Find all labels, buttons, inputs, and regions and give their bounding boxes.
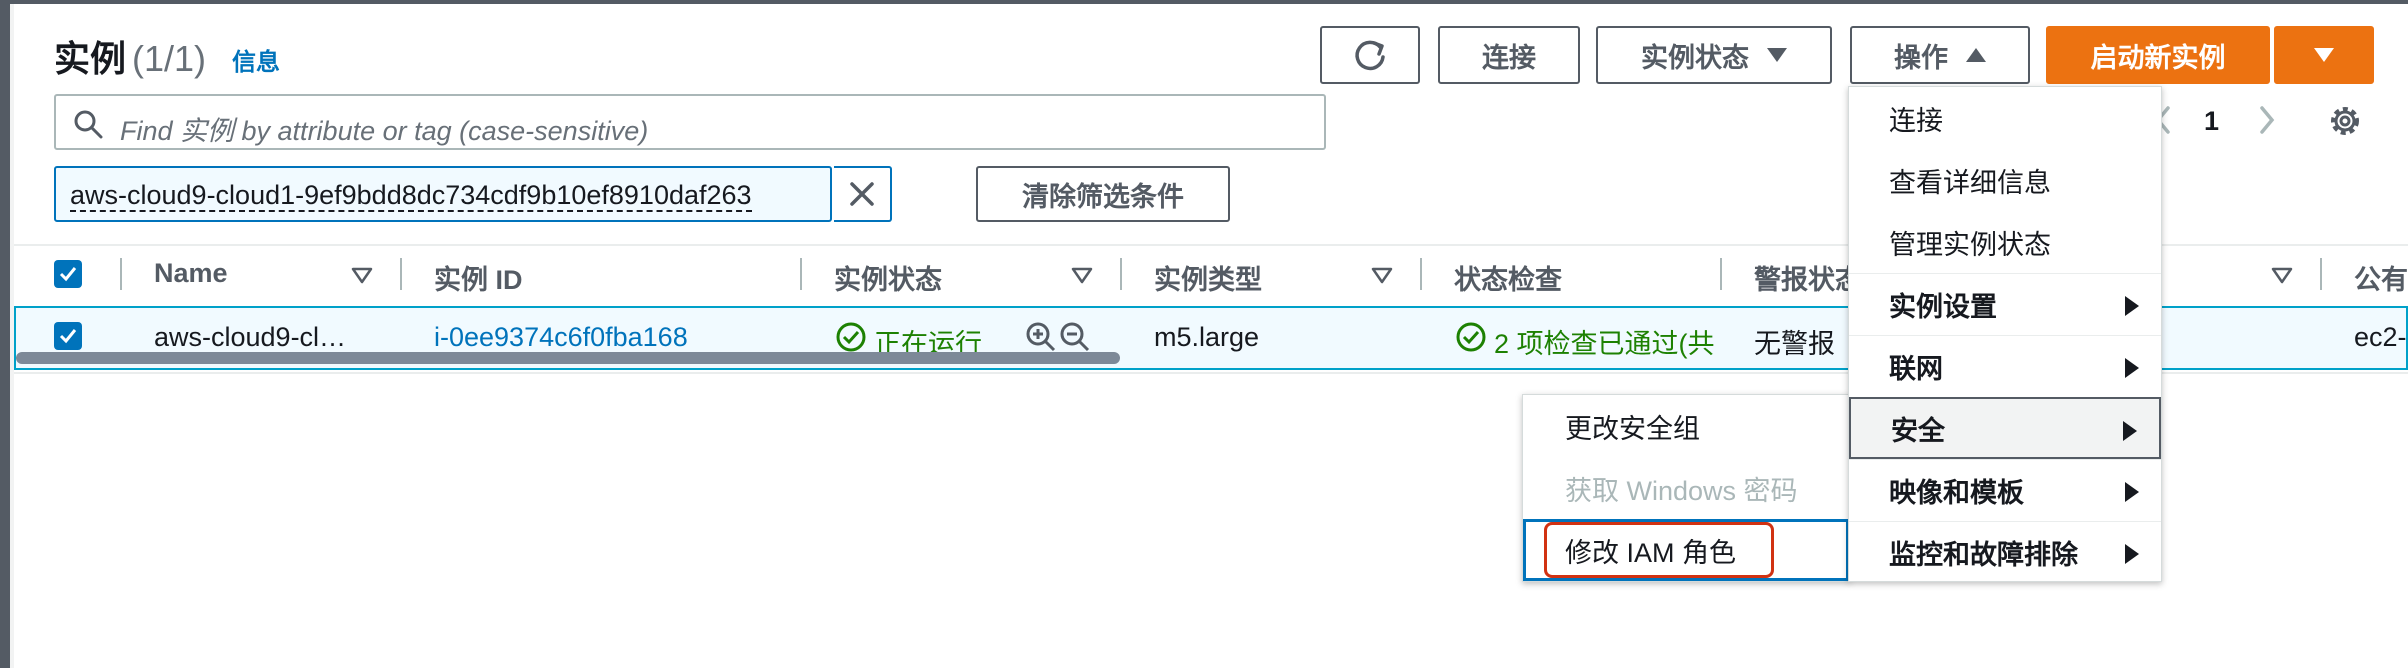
launch-instance-label: 启动新实例 — [2090, 42, 2226, 73]
menu-item-label: 管理实例状态 — [1889, 229, 2051, 260]
column-divider — [1120, 258, 1122, 290]
instance-state-label: 实例状态 — [1641, 42, 1749, 73]
page-title: 实例 (1/1) — [54, 30, 206, 82]
menu-item-connect[interactable]: 连接 — [1849, 87, 2161, 149]
column-header-status-check[interactable]: 状态检查 — [1454, 258, 1562, 298]
instance-state-dropdown[interactable]: 实例状态 — [1596, 26, 1832, 84]
search-placeholder: Find 实例 by attribute or tag (case-sensit… — [120, 116, 649, 146]
column-divider — [1720, 258, 1722, 290]
chevron-down-icon — [1767, 48, 1787, 62]
refresh-button[interactable] — [1320, 26, 1420, 84]
sort-icon[interactable] — [350, 266, 374, 286]
search-input[interactable]: Find 实例 by attribute or tag (case-sensit… — [54, 94, 1326, 150]
check-circle-icon — [1456, 322, 1486, 352]
column-header-instance-id[interactable]: 实例 ID — [434, 258, 523, 298]
next-page-icon[interactable] — [2254, 102, 2280, 143]
menu-item-image-and-templates[interactable]: 映像和模板 — [1849, 459, 2161, 521]
launch-instance-dropdown[interactable] — [2274, 26, 2374, 84]
gear-icon[interactable] — [2326, 102, 2364, 145]
cell-status-check[interactable]: 2 项检查已通过(共 — [1494, 322, 1715, 361]
menu-item-label: 监控和故障排除 — [1889, 540, 2078, 570]
horizontal-scrollbar[interactable] — [16, 352, 1120, 364]
menu-item-label: 联网 — [1889, 354, 1943, 384]
change-security-groups-item[interactable]: 更改安全组 — [1523, 395, 1849, 457]
get-windows-password-item: 获取 Windows 密码 — [1523, 457, 1849, 519]
column-header-public[interactable]: 公有 — [2354, 258, 2408, 298]
zoom-out-icon[interactable] — [1058, 320, 1092, 354]
menu-item-monitor-and-troubleshoot[interactable]: 监控和故障排除 — [1849, 521, 2161, 583]
info-link[interactable]: 信息 — [232, 42, 280, 77]
column-divider — [800, 258, 802, 290]
filter-token[interactable]: aws-cloud9-cloud1-9ef9bdd8dc734cdf9b10ef… — [54, 166, 832, 222]
chevron-right-icon — [2125, 358, 2139, 378]
menu-item-label: 实例设置 — [1889, 292, 1997, 322]
menu-item-label: 连接 — [1889, 105, 1943, 136]
menu-item-label: 查看详细信息 — [1889, 167, 2051, 198]
instance-count: (1/1) — [132, 38, 207, 79]
column-divider — [2320, 258, 2322, 290]
actions-menu: 连接 查看详细信息 管理实例状态 实例设置 联网 安全 映像和模板 监控和故障排… — [1848, 86, 2162, 582]
column-divider — [120, 258, 122, 290]
search-icon — [74, 110, 103, 139]
column-header-alarm-status[interactable]: 警报状态 — [1754, 258, 1862, 298]
select-all-checkbox[interactable] — [54, 260, 82, 288]
column-header-name[interactable]: Name — [154, 258, 228, 298]
menu-item-networking[interactable]: 联网 — [1849, 335, 2161, 397]
column-header-instance-type[interactable]: 实例类型 — [1154, 258, 1262, 298]
menu-item-label: 映像和模板 — [1889, 478, 2024, 508]
clear-filters-button[interactable]: 清除筛选条件 — [976, 166, 1230, 222]
remove-filter-button[interactable] — [834, 166, 892, 222]
change-security-groups-label: 更改安全组 — [1565, 413, 1700, 444]
actions-dropdown[interactable]: 操作 — [1850, 26, 2030, 84]
cell-name: aws-cloud9-cl… — [154, 322, 347, 352]
connect-button-label: 连接 — [1482, 42, 1536, 73]
menu-item-manage-instance-state[interactable]: 管理实例状态 — [1849, 211, 2161, 273]
cell-instance-type: m5.large — [1154, 322, 1260, 352]
filter-token-text: aws-cloud9-cloud1-9ef9bdd8dc734cdf9b10ef… — [70, 180, 752, 212]
close-icon — [850, 182, 874, 206]
title-text: 实例 — [54, 38, 127, 79]
annotation-highlight — [1544, 522, 1774, 578]
column-divider — [1420, 258, 1422, 290]
chevron-down-icon — [2314, 48, 2334, 62]
zoom-in-icon[interactable] — [1024, 320, 1058, 354]
menu-item-view-details[interactable]: 查看详细信息 — [1849, 149, 2161, 211]
row-checkbox[interactable] — [54, 322, 82, 350]
sort-icon[interactable] — [2270, 266, 2294, 286]
get-windows-password-label: 获取 Windows 密码 — [1565, 475, 1798, 506]
window-left-border — [0, 0, 10, 668]
menu-item-instance-settings[interactable]: 实例设置 — [1849, 273, 2161, 335]
check-circle-icon — [836, 322, 866, 352]
launch-instance-button[interactable]: 启动新实例 — [2046, 26, 2270, 84]
chevron-right-icon — [2125, 482, 2139, 502]
chevron-right-icon — [2125, 296, 2139, 316]
cell-instance-id-link[interactable]: i-0ee9374c6f0fba168 — [434, 322, 688, 353]
sort-icon[interactable] — [1070, 266, 1094, 286]
connect-button[interactable]: 连接 — [1438, 26, 1580, 84]
menu-item-security[interactable]: 安全 — [1849, 397, 2161, 459]
cell-alarm-status: 无警报 — [1754, 329, 1835, 359]
column-divider — [400, 258, 402, 290]
window-frame: 实例 (1/1) 信息 连接 实例状态 操作 启动新实例 Find 实例 by a… — [0, 0, 2408, 668]
chevron-right-icon — [2125, 544, 2139, 564]
clear-filters-label: 清除筛选条件 — [1022, 181, 1184, 212]
cell-public-dns: ec2- — [2354, 322, 2407, 352]
column-header-instance-state[interactable]: 实例状态 — [834, 258, 942, 298]
chevron-up-icon — [1966, 48, 1986, 62]
menu-item-label: 安全 — [1891, 415, 1945, 446]
sort-icon[interactable] — [1370, 266, 1394, 286]
current-page-number[interactable]: 1 — [2204, 106, 2219, 137]
chevron-right-icon — [2123, 421, 2137, 441]
actions-label: 操作 — [1894, 42, 1948, 73]
refresh-icon — [1355, 40, 1385, 71]
